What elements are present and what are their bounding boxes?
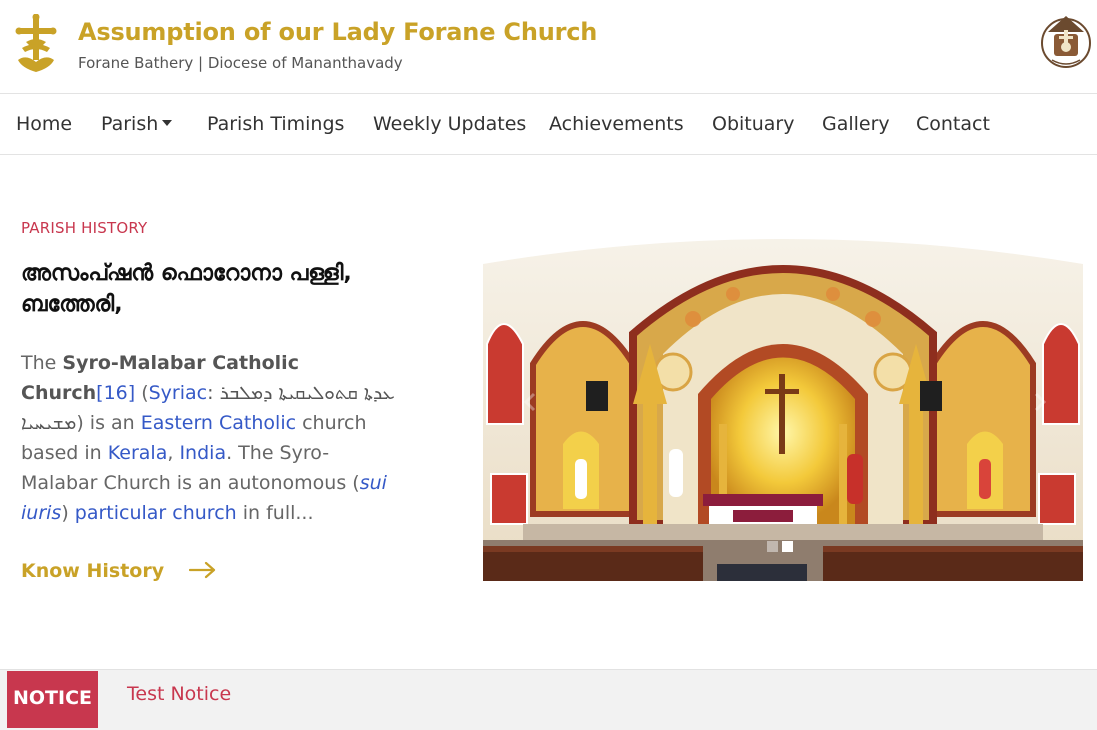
history-excerpt: The Syro-Malabar Catholic Church[16] (Sy… [21, 348, 401, 528]
eastern-catholic-link[interactable]: Eastern Catholic [141, 412, 296, 434]
excerpt-text: ( [135, 382, 149, 404]
chevron-right-icon[interactable] [1033, 392, 1047, 412]
excerpt-text: ) [61, 502, 75, 524]
nav-parish-dropdown[interactable]: Parish [101, 113, 173, 135]
nav-contact[interactable]: Contact [916, 113, 990, 135]
diocese-seal-icon [1041, 16, 1091, 68]
main-nav: Home Parish Parish Timings Weekly Update… [0, 93, 1097, 155]
india-link[interactable]: India [179, 442, 226, 464]
know-history-label: Know History [21, 560, 165, 582]
nav-parish-timings[interactable]: Parish Timings [207, 113, 344, 135]
notice-bar: NOTICE Test Notice [0, 669, 1097, 730]
chevron-left-icon[interactable] [523, 392, 537, 412]
history-heading: അസംപ്ഷൻ ഫൊറോനാ പള്ളി, ബത്തേരി, [21, 261, 352, 317]
excerpt-text: The [21, 352, 63, 374]
excerpt-text: , [167, 442, 180, 464]
image-carousel[interactable] [483, 224, 1083, 581]
carousel-indicators [767, 537, 797, 556]
nav-obituary[interactable]: Obituary [712, 113, 795, 135]
syriac-link[interactable]: Syriac [149, 382, 207, 404]
nav-weekly-updates[interactable]: Weekly Updates [373, 113, 526, 135]
cross-logo-icon[interactable] [12, 14, 60, 76]
notice-label: NOTICE [7, 671, 98, 728]
nav-parish-label: Parish [101, 113, 159, 135]
arrow-right-icon [188, 561, 215, 578]
excerpt-text: ) is an [76, 412, 141, 434]
site-subtitle: Forane Bathery | Diocese of Mananthavady [78, 54, 403, 72]
kerala-link[interactable]: Kerala [108, 442, 168, 464]
notice-text[interactable]: Test Notice [127, 683, 231, 705]
nav-achievements[interactable]: Achievements [549, 113, 684, 135]
particular-church-link[interactable]: particular church [75, 502, 237, 524]
site-header: Assumption of our Lady Forane Church For… [0, 0, 1097, 93]
know-history-link[interactable]: Know History [21, 560, 217, 582]
citation-link[interactable]: [16] [96, 382, 135, 404]
excerpt-text: in full... [236, 502, 314, 524]
nav-gallery[interactable]: Gallery [822, 113, 890, 135]
site-title[interactable]: Assumption of our Lady Forane Church [78, 18, 597, 46]
carousel-dot[interactable] [767, 541, 778, 552]
church-interior-image [483, 224, 1083, 581]
carousel-dot-active[interactable] [782, 541, 793, 552]
chevron-down-icon [162, 119, 173, 126]
nav-home[interactable]: Home [16, 113, 72, 135]
section-label: PARISH HISTORY [21, 219, 148, 237]
